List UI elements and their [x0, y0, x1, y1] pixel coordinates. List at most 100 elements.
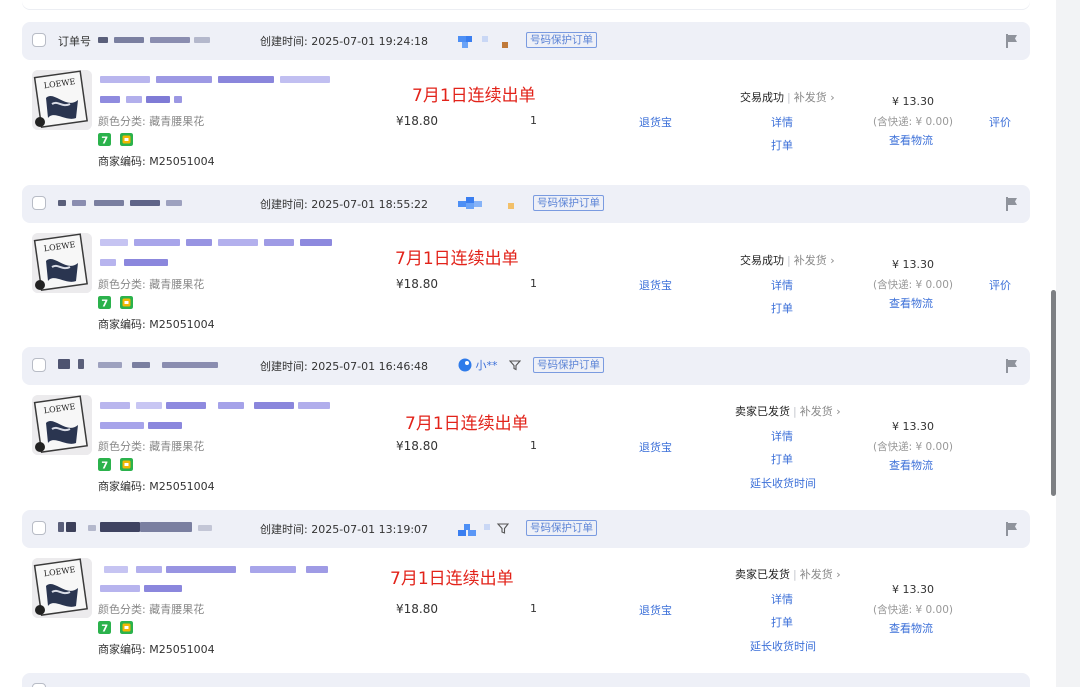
page-gutter — [1056, 0, 1080, 687]
shipping-fee: (含快递: ¥ 0.00) — [873, 279, 953, 291]
review-link[interactable]: 评价 — [989, 114, 1011, 130]
reship-link[interactable]: 补发货 › — [794, 254, 835, 267]
previous-order-card-edge — [22, 0, 1030, 9]
refund-link[interactable]: 退货宝 — [639, 602, 672, 618]
product-attribute: 颜色分类: 藏青腰果花 — [98, 603, 205, 616]
unit-price: ¥18.80 — [396, 114, 438, 128]
shipping-fee: (含快递: ¥ 0.00) — [873, 116, 953, 128]
details-link[interactable]: 详情 — [771, 428, 793, 444]
merchant-code: 商家编码: M25051004 — [98, 643, 215, 656]
number-protection-tag: 号码保护订单 — [533, 357, 604, 373]
print-link[interactable]: 打单 — [771, 614, 793, 630]
details-link[interactable]: 详情 — [771, 114, 793, 130]
guarantee-icon — [120, 133, 133, 146]
logistics-link[interactable]: 查看物流 — [889, 132, 933, 148]
filter-icon[interactable] — [508, 359, 522, 371]
order-number-label: 订单号 — [58, 35, 91, 48]
merchant-code: 商家编码: M25051004 — [98, 155, 215, 168]
reship-link[interactable]: 补发货 › — [800, 405, 841, 418]
unit-price: ¥18.80 — [396, 277, 438, 291]
scrollbar-thumb[interactable] — [1051, 290, 1056, 496]
buyer-avatar-redacted[interactable] — [458, 32, 518, 50]
order-header: 订单号 创建时间: 2025-07-01 19:24:18 号码保护订单 — [22, 22, 1030, 60]
details-link[interactable]: 详情 — [771, 591, 793, 607]
svg-text:7: 7 — [101, 624, 108, 635]
order-total: ¥ 13.30 — [892, 95, 934, 108]
order-header: 创建时间: 2025-07-01 18:55:22 号码保护订单 — [22, 185, 1030, 223]
review-link[interactable]: 评价 — [989, 277, 1011, 293]
number-protection-tag: 号码保护订单 — [526, 32, 597, 48]
extend-receipt-link[interactable]: 延长收货时间 — [750, 475, 816, 491]
number-protection-tag: 号码保护订单 — [526, 520, 597, 536]
print-link[interactable]: 打单 — [771, 300, 793, 316]
order-status: 卖家已发货 | 补发货 › — [735, 568, 841, 581]
print-link[interactable]: 打单 — [771, 137, 793, 153]
order-checkbox[interactable] — [32, 33, 46, 47]
logistics-link[interactable]: 查看物流 — [889, 620, 933, 636]
reship-link[interactable]: 补发货 › — [794, 91, 835, 104]
created-time: 创建时间: 2025-07-01 19:24:18 — [260, 35, 429, 48]
order-card: 创建时间: 2025-07-01 16:46:48 小** 号码保护订单 LOE… — [22, 347, 1030, 507]
refund-link[interactable]: 退货宝 — [639, 277, 672, 293]
seller-annotation: 7月1日连续出单 — [412, 86, 536, 106]
order-list-page: 订单号 创建时间: 2025-07-01 19:24:18 号码保护订单 LOE… — [0, 0, 1080, 687]
order-total: ¥ 13.30 — [892, 258, 934, 271]
order-checkbox[interactable] — [32, 521, 46, 535]
flag-icon[interactable] — [1006, 34, 1018, 48]
merchant-code: 商家编码: M25051004 — [98, 480, 215, 493]
seller-annotation: 7月1日连续出单 — [405, 414, 529, 434]
guarantee-icon — [120, 296, 133, 309]
svg-text:7: 7 — [101, 299, 108, 310]
created-time: 创建时间: 2025-07-01 18:55:22 — [260, 198, 429, 211]
order-header: 创建时间: 2025-07-01 16:46:48 小** 号码保护订单 — [22, 347, 1030, 385]
guarantee-icon — [120, 621, 133, 634]
flag-icon[interactable] — [1006, 197, 1018, 211]
order-card: 创建时间: 2025-07-01 18:55:22 号码保护订单 LOEWE 7… — [22, 185, 1030, 345]
product-thumbnail[interactable]: LOEWE — [32, 395, 92, 455]
print-link[interactable]: 打单 — [771, 451, 793, 467]
order-card: 订单号 创建时间: 2025-07-01 19:24:18 号码保护订单 LOE… — [22, 22, 1030, 182]
buyer-name[interactable]: 小** — [458, 357, 522, 375]
shipping-fee: (含快递: ¥ 0.00) — [873, 441, 953, 453]
details-link[interactable]: 详情 — [771, 277, 793, 293]
seller-annotation: 7月1日连续出单 — [395, 249, 519, 269]
flag-icon[interactable] — [1006, 359, 1018, 373]
quantity: 1 — [530, 114, 537, 127]
created-time: 创建时间: 2025-07-01 13:19:07 — [260, 523, 429, 536]
refund-link[interactable]: 退货宝 — [639, 114, 672, 130]
merchant-code: 商家编码: M25051004 — [98, 318, 215, 331]
svg-text:7: 7 — [101, 461, 108, 472]
quantity: 1 — [530, 439, 537, 452]
product-thumbnail[interactable]: LOEWE — [32, 558, 92, 618]
svg-text:7: 7 — [101, 136, 108, 147]
order-checkbox[interactable] — [32, 683, 46, 687]
seven-day-return-icon: 7 — [98, 296, 111, 309]
order-header: 创建时间: 2025-07-01 13:19:07 号码保护订单 — [22, 510, 1030, 548]
buyer-avatar-icon — [458, 358, 472, 372]
logistics-link[interactable]: 查看物流 — [889, 457, 933, 473]
buyer-avatar-redacted[interactable] — [458, 195, 522, 213]
buyer-avatar-redacted[interactable] — [458, 520, 518, 538]
order-total: ¥ 13.30 — [892, 583, 934, 596]
product-attribute: 颜色分类: 藏青腰果花 — [98, 115, 205, 128]
extend-receipt-link[interactable]: 延长收货时间 — [750, 638, 816, 654]
order-total: ¥ 13.30 — [892, 420, 934, 433]
order-header — [22, 673, 1030, 687]
order-card: 创建时间: 2025-07-01 13:19:07 号码保护订单 LOEWE 7… — [22, 510, 1030, 670]
logistics-link[interactable]: 查看物流 — [889, 295, 933, 311]
reship-link[interactable]: 补发货 › — [800, 568, 841, 581]
order-status: 交易成功 | 补发货 › — [740, 91, 835, 104]
product-thumbnail[interactable]: LOEWE — [32, 233, 92, 293]
unit-price: ¥18.80 — [396, 602, 438, 616]
seller-annotation: 7月1日连续出单 — [390, 569, 514, 589]
flag-icon[interactable] — [1006, 522, 1018, 536]
shipping-fee: (含快递: ¥ 0.00) — [873, 604, 953, 616]
order-checkbox[interactable] — [32, 196, 46, 210]
product-thumbnail[interactable]: LOEWE — [32, 70, 92, 130]
product-attribute: 颜色分类: 藏青腰果花 — [98, 278, 205, 291]
refund-link[interactable]: 退货宝 — [639, 439, 672, 455]
number-protection-tag: 号码保护订单 — [533, 195, 604, 211]
created-time: 创建时间: 2025-07-01 16:46:48 — [260, 360, 429, 373]
order-checkbox[interactable] — [32, 358, 46, 372]
order-status: 交易成功 | 补发货 › — [740, 254, 835, 267]
